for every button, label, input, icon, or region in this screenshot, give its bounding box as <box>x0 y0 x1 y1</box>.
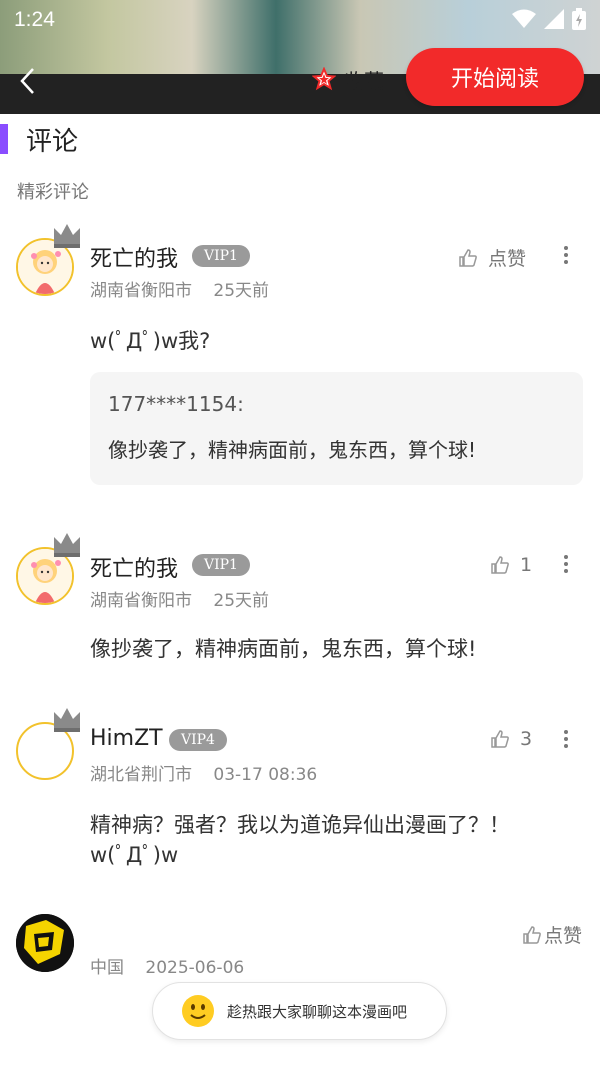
comment-location: 湖南省衡阳市 <box>90 281 192 301</box>
thumbs-up-icon <box>491 556 509 574</box>
like-label: 点赞 <box>488 248 527 270</box>
like-button[interactable]: 3 <box>490 728 532 750</box>
avatar-comic-icon <box>16 914 74 972</box>
like-label: 点赞 <box>544 925 583 947</box>
comment-meta: 湖南省衡阳市 25天前 <box>90 586 269 611</box>
vip-badge: VIP1 <box>192 245 250 267</box>
comment-meta: 湖北省荆门市 03-17 08:36 <box>90 760 317 785</box>
section-accent-bar <box>0 124 8 154</box>
like-button[interactable]: 点赞 <box>522 921 582 948</box>
like-count: 1 <box>520 554 533 576</box>
comment-text: w(ﾟДﾟ)w我? <box>90 329 211 353</box>
comment-text: 精神病？强者？我以为道诡异仙出漫画了？！ w(ﾟДﾟ)w <box>90 810 560 870</box>
comment-meta: 中国 2025-06-06 <box>90 953 244 978</box>
status-icons <box>512 8 586 30</box>
avatar-girl-icon <box>18 549 72 603</box>
collect-label: 收藏 <box>344 68 384 93</box>
section-title: 评论 <box>26 127 79 157</box>
crown-icon <box>54 708 80 732</box>
like-count: 3 <box>520 728 533 750</box>
reply-text: 像抄袭了，精神病面前，鬼东西，算个球! <box>108 438 477 462</box>
status-time: 1:24 <box>14 8 55 31</box>
reply-box[interactable]: 177****1154: 像抄袭了，精神病面前，鬼东西，算个球! <box>90 372 583 485</box>
signal-icon <box>544 9 564 29</box>
crown-icon <box>54 224 80 248</box>
more-options-icon[interactable] <box>562 730 570 752</box>
comment-location: 中国 <box>90 958 124 978</box>
start-reading-button[interactable]: 开始阅读 <box>406 48 584 106</box>
comment-text-line: w(ﾟДﾟ)w <box>90 843 179 867</box>
comment-text: 像抄袭了，精神病面前，鬼东西，算个球! <box>90 637 477 661</box>
crown-icon <box>54 533 80 557</box>
avatar-girl-icon <box>18 240 72 294</box>
user-name[interactable]: 死亡的我 <box>90 241 178 273</box>
comment-input-placeholder: 趁热跟大家聊聊这本漫画吧 <box>227 1002 408 1021</box>
comment-time: 25天前 <box>213 281 270 301</box>
comment-location: 湖北省荆门市 <box>90 765 192 785</box>
user-name[interactable]: HimZT <box>90 726 163 751</box>
like-button[interactable]: 1 <box>490 554 532 576</box>
back-icon[interactable] <box>14 66 44 96</box>
more-options-icon[interactable] <box>562 555 570 577</box>
star-icon <box>312 67 336 91</box>
comment-meta: 湖南省衡阳市 25天前 <box>90 276 269 301</box>
user-name[interactable]: 死亡的我 <box>90 551 178 583</box>
thumbs-up-icon <box>523 925 541 944</box>
featured-comments-label: 精彩评论 <box>17 182 89 203</box>
thumbs-up-icon <box>491 730 509 748</box>
comment-time: 25天前 <box>213 591 270 611</box>
battery-icon <box>572 8 586 30</box>
comment-location: 湖南省衡阳市 <box>90 591 192 611</box>
status-bar: 1:24 <box>0 0 600 42</box>
more-options-icon[interactable] <box>562 246 570 268</box>
thumbs-up-icon <box>459 248 477 267</box>
smiley-icon <box>182 995 214 1027</box>
collect-button[interactable]: 收藏 <box>312 64 384 94</box>
comment-time: 03-17 08:36 <box>213 765 318 785</box>
avatar[interactable] <box>16 914 74 972</box>
vip-badge: VIP1 <box>192 554 250 576</box>
comment-text-line: 精神病？强者？我以为道诡异仙出漫画了？！ <box>90 813 510 837</box>
wifi-icon <box>512 9 536 28</box>
like-button[interactable]: 点赞 <box>458 244 526 271</box>
vip-badge: VIP4 <box>169 729 227 751</box>
comment-input-pill[interactable]: 趁热跟大家聊聊这本漫画吧 <box>152 982 447 1040</box>
reply-user: 177****1154: <box>108 392 244 416</box>
comment-time: 2025-06-06 <box>145 958 245 978</box>
